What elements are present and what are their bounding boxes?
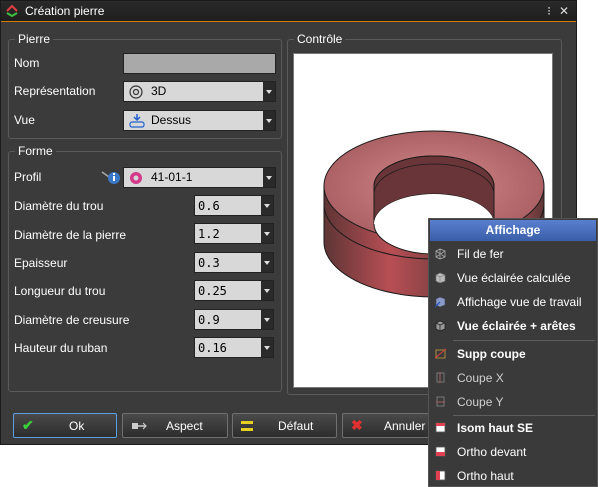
field-label: Diamètre de creusure xyxy=(14,313,130,327)
menu-item-label: Vue éclairée + arêtes xyxy=(457,319,576,333)
vue-value: Dessus xyxy=(151,113,192,127)
aspect-button[interactable]: Aspect xyxy=(122,413,228,438)
ok-button[interactable]: ✔ Ok xyxy=(13,413,117,438)
diametre-pierre-select[interactable]: 1.2 xyxy=(194,223,274,244)
field-value: 0.25 xyxy=(198,284,227,298)
field-label: Longueur du trou xyxy=(14,284,106,298)
field-value: 0.9 xyxy=(198,313,220,327)
field-value: 1.2 xyxy=(198,227,220,241)
hauteur-ruban-select[interactable]: 0.16 xyxy=(194,337,274,358)
profil-label: Profil xyxy=(14,170,42,184)
menu-item-isom-haut-se[interactable]: Isom haut SE xyxy=(429,417,597,439)
profil-select[interactable]: 41-01-1 xyxy=(123,167,276,188)
nom-input[interactable] xyxy=(123,53,276,74)
pierre-group-title: Pierre xyxy=(15,32,54,46)
profil-value: 41-01-1 xyxy=(151,170,193,184)
menu-separator xyxy=(453,415,595,416)
menu-item-vue-eclairee-aretes[interactable]: Vue éclairée + arêtes xyxy=(429,315,597,337)
chevron-down-icon[interactable] xyxy=(261,253,273,272)
field-value: 0.16 xyxy=(198,341,227,355)
shaded-cube-icon xyxy=(435,272,446,284)
section-y-icon xyxy=(436,396,445,407)
menu-item-coupe-y[interactable]: Coupe Y xyxy=(429,391,597,413)
defaut-label: Défaut xyxy=(278,419,314,433)
chevron-down-icon[interactable] xyxy=(261,224,273,243)
field-label: Diamètre de la pierre xyxy=(14,228,127,242)
menu-item-label: Affichage vue de travail xyxy=(457,295,582,309)
representation-value: 3D xyxy=(151,84,167,98)
menu-item-fil-de-fer[interactable]: Fil de fer xyxy=(429,243,597,265)
menu-item-affichage-vue-de-travail[interactable]: Affichage vue de travail xyxy=(429,291,597,313)
controle-group-title: Contrôle xyxy=(294,32,346,46)
menu-item-ortho-devant[interactable]: Ortho devant xyxy=(429,441,597,463)
longueur-trou-select[interactable]: 0.25 xyxy=(194,280,274,301)
defaut-button[interactable]: Défaut xyxy=(232,413,337,438)
menu-item-supp-coupe[interactable]: Supp coupe xyxy=(429,343,597,365)
diametre-creusure-select[interactable]: 0.9 xyxy=(194,309,274,330)
aspect-icon xyxy=(132,422,147,430)
epaisseur-select[interactable]: 0.3 xyxy=(194,252,274,273)
affichage-context-menu: Affichage Fil de fer Vue éclairée calcul… xyxy=(428,218,598,487)
nom-label: Nom xyxy=(14,56,40,70)
check-icon: ✔ xyxy=(22,417,34,433)
chevron-down-icon[interactable] xyxy=(261,338,273,357)
vue-label: Vue xyxy=(14,113,35,127)
shaded-edges-cube-icon xyxy=(435,320,446,332)
field-value: 0.6 xyxy=(198,199,220,213)
diametre-trou-select[interactable]: 0.6 xyxy=(194,195,274,216)
menu-item-label: Coupe X xyxy=(457,371,504,385)
top-view-icon xyxy=(129,114,145,128)
chevron-down-icon[interactable] xyxy=(263,82,275,101)
remove-section-icon xyxy=(434,348,447,359)
ortho-front-icon xyxy=(435,446,446,457)
field-label: Diamètre du trou xyxy=(14,199,104,213)
ortho-top-icon xyxy=(435,470,446,481)
chevron-down-icon[interactable] xyxy=(263,168,275,187)
aspect-label: Aspect xyxy=(166,419,203,433)
minimize-icon[interactable]: ⁝ xyxy=(541,3,557,19)
menu-item-coupe-x[interactable]: Coupe X xyxy=(429,367,597,389)
representation-select[interactable]: 3D xyxy=(123,81,276,102)
cancel-icon: ✖ xyxy=(351,417,363,433)
forme-group-title: Forme xyxy=(15,144,56,158)
menu-separator xyxy=(453,340,595,341)
chevron-down-icon[interactable] xyxy=(263,111,275,130)
work-view-icon xyxy=(434,296,446,308)
title-bar[interactable]: Création pierre ⁝ ✕ xyxy=(1,1,576,22)
menu-item-ortho-haut[interactable]: Ortho haut xyxy=(429,465,597,487)
ok-label: Ok xyxy=(69,419,85,433)
menu-item-label: Ortho devant xyxy=(457,445,527,459)
chevron-down-icon[interactable] xyxy=(261,196,273,215)
isometric-view-icon xyxy=(435,422,446,433)
representation-label: Représentation xyxy=(14,84,96,98)
vue-select[interactable]: Dessus xyxy=(123,110,276,131)
menu-item-label: Isom haut SE xyxy=(457,421,534,435)
menu-header: Affichage xyxy=(430,220,596,241)
menu-item-label: Fil de fer xyxy=(457,247,504,261)
field-label: Epaisseur xyxy=(14,256,68,270)
chevron-down-icon[interactable] xyxy=(261,310,273,329)
section-x-icon xyxy=(436,372,445,383)
annuler-button[interactable]: ✖ Annuler xyxy=(342,413,432,438)
chevron-down-icon[interactable] xyxy=(261,281,273,300)
wireframe-icon xyxy=(435,248,446,260)
3d-view-icon xyxy=(129,85,143,99)
menu-item-label: Supp coupe xyxy=(457,347,526,361)
menu-item-label: Vue éclairée calculée xyxy=(457,271,571,285)
ring-profile-icon xyxy=(130,172,142,184)
menu-item-vue-eclairee-calculee[interactable]: Vue éclairée calculée xyxy=(429,267,597,289)
default-icon xyxy=(241,421,253,431)
close-icon[interactable]: ✕ xyxy=(556,3,572,19)
menu-item-label: Ortho haut xyxy=(457,469,514,483)
profile-info-icon[interactable] xyxy=(101,169,121,185)
menu-item-label: Coupe Y xyxy=(457,395,504,409)
app-icon xyxy=(6,4,18,18)
window-title: Création pierre xyxy=(25,4,105,18)
field-label: Hauteur du ruban xyxy=(14,341,108,355)
field-value: 0.3 xyxy=(198,256,220,270)
annuler-label: Annuler xyxy=(384,419,426,433)
